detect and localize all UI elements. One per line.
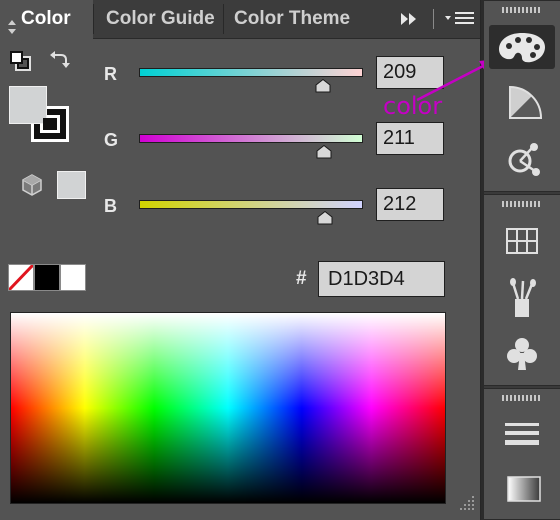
swap-arrows-icon[interactable] [48,47,72,71]
tab-color-theme[interactable]: Color Theme [226,0,352,38]
tab-color-label: Color [21,8,71,29]
slider-thumb-g[interactable] [316,144,332,159]
stroke-lines-icon[interactable] [489,411,555,455]
dock-grip[interactable] [502,201,540,207]
slider-track-r[interactable] [139,68,363,77]
dock-grip[interactable] [502,395,540,401]
tab-bar-divider [433,9,434,29]
channel-label-b: B [104,196,117,216]
none-swatch[interactable] [8,264,34,291]
color-theme-icon[interactable] [489,137,555,181]
panel-dock [484,0,560,520]
tab-color-theme-label: Color Theme [234,8,351,29]
slider-track-g[interactable] [139,134,363,143]
swatches-grid-icon[interactable] [489,219,555,263]
black-swatch[interactable] [34,264,60,291]
slider-thumb-b[interactable] [317,210,333,225]
channel-input-g[interactable]: 211 [376,122,444,155]
dock-grip[interactable] [502,7,540,13]
gamut-color-swatch[interactable] [57,171,86,199]
channel-label-g: G [104,130,119,150]
color-guide-icon[interactable] [489,79,555,123]
tab-color-guide[interactable]: Color Guide [98,0,222,38]
color-spectrum[interactable] [10,312,446,504]
tab-color-guide-label: Color Guide [106,8,215,29]
slider-thumb-r[interactable] [315,78,331,93]
dock-group-swatches [484,194,560,386]
tab-collapse-arrows-icon [8,11,16,39]
symbols-club-icon[interactable] [489,331,555,375]
hex-input[interactable]: D1D3D4 [318,261,445,297]
color-palette-icon[interactable] [489,25,555,69]
slider-track-b[interactable] [139,200,363,209]
out-of-web-gamut-cube-icon[interactable] [20,173,44,197]
brushes-icon[interactable] [489,275,555,319]
resize-grip-icon[interactable] [458,494,476,512]
color-panel: Color Color Guide Color Theme R 209 G 21… [0,0,481,520]
white-swatch[interactable] [60,264,86,291]
tab-separator [93,4,94,34]
dock-group-color [484,0,560,192]
panel-menu-icon[interactable] [444,10,476,28]
tab-color[interactable]: Color [0,0,93,39]
hex-symbol: # [296,268,307,289]
fill-swatch[interactable] [9,86,47,124]
tab-separator [223,4,224,34]
double-chevron-right-icon[interactable] [398,10,420,28]
panel-tab-bar: Color Color Guide Color Theme [0,0,480,39]
dock-group-stroke [484,388,560,520]
spectrum-black-overlay [11,313,445,503]
channel-label-r: R [104,64,117,84]
gradient-icon[interactable] [489,467,555,511]
default-fill-stroke-icon[interactable] [9,50,33,72]
channel-input-b[interactable]: 212 [376,188,444,221]
